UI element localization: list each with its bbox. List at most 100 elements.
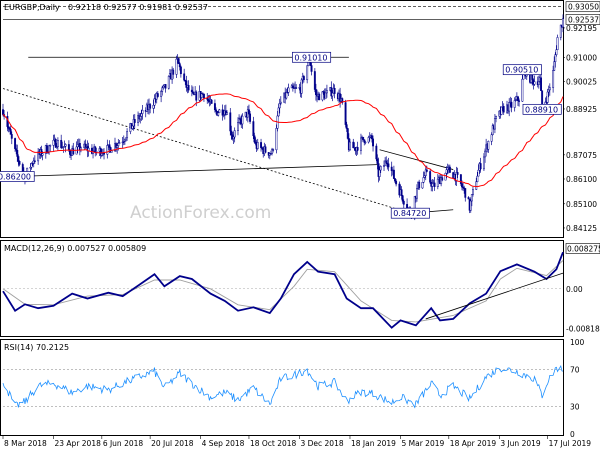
candle-up [277,107,280,117]
candle-up [446,167,449,171]
candle-up [495,115,497,119]
candle-up [367,137,370,143]
candle-down [295,87,298,89]
candle-down [400,189,403,196]
candle-down [448,166,451,173]
candle-up [423,175,426,178]
candle-down [72,148,75,155]
candle-up [552,70,555,88]
candle-down [356,147,359,151]
price-pane-frame [0,0,564,238]
date-label-5: 18 Oct 2018 [250,439,297,448]
candle-down [178,63,181,68]
candle-down [183,73,186,81]
candle-down [425,169,428,172]
candle-down [9,129,12,135]
price-axis-label-6: 0.85100 [566,200,597,209]
candle-down [510,101,513,108]
price-axis: 0.92195 0.91000 0.90025 0.88925 0.87075 0.861… [563,24,597,233]
candle-down [372,138,374,147]
rsi-axis: 100 70 30 0 [570,338,585,439]
candle-up [378,169,381,177]
candle-down [18,161,21,165]
macd-axis-label-1: 0.00 [566,285,583,294]
candle-up [490,134,493,142]
date-label-9: 18 Apr 2019 [450,439,497,448]
candle-up [161,87,164,92]
candle-up [175,58,178,75]
price-axis-label-1: 0.91000 [566,54,597,63]
macd-axis-label-2: -0.008182 [566,325,600,334]
candle-up [500,106,503,115]
date-label-6: 3 Dec 2018 [300,439,343,448]
candle-down [16,150,19,157]
candle-up [64,144,67,147]
candle-down [346,128,349,139]
candle-up [131,125,134,129]
candle-down [502,106,505,113]
candle-up [110,150,113,153]
candle-down [302,76,305,81]
candle-down [345,124,348,129]
candle-down [531,74,534,80]
candle-up [167,75,170,89]
macd-axis: 0.008275 0.00 -0.008182 [565,243,600,334]
candle-down [179,66,182,75]
candle-up [349,141,351,151]
candle-up [562,18,564,28]
candle-up [469,200,472,211]
candle-down [17,156,20,162]
annotation-label-0: 0.86200 [0,173,31,182]
macd-axis-label-0: 0.008275 [567,244,600,253]
candle-up [80,147,82,151]
rsi-axis-label-3: 0 [570,430,575,439]
candle-down [248,109,250,115]
candle-up [162,85,165,89]
candle-down [172,69,175,75]
candle-up [218,109,221,114]
candle-up [140,113,143,117]
price-pane-ohlc: 0.92118 0.92577 0.91981 0.92537 [68,3,208,12]
rsi-line [2,364,564,409]
price-axis-label-5: 0.86100 [566,175,597,184]
trendline-descending [2,88,411,214]
candle-down [392,169,395,179]
candle-up [139,116,142,120]
candle-up [476,175,479,182]
candle-down [318,93,321,101]
macd-signal-line [2,260,564,323]
candle-down [375,145,378,160]
candle-up [533,81,536,85]
candle-up [331,92,334,97]
candle-up [256,142,259,149]
candle-down [177,58,180,64]
candle-down [54,139,57,148]
chart-root: ActionForex.com EURGBP,Daily 0.92118 0.9… [0,0,600,448]
candle-up [546,91,549,103]
candle-up [556,37,559,51]
trendline-lower-channel [15,164,378,177]
candle-down [370,135,373,140]
candle-up [470,194,473,202]
date-label-11: 17 Jul 2019 [549,439,592,448]
macd-line [2,251,564,329]
trendlines [2,56,454,214]
candle-up [364,141,367,144]
candle-down [310,65,313,72]
trendline-wedge-top [379,149,454,170]
candle-down [10,134,13,139]
candle-up [416,188,418,199]
candle-down [7,126,10,129]
candle-down [156,93,159,97]
price-axis-label-4: 0.87075 [566,151,597,160]
candle-up [56,139,59,148]
candle-up [445,169,448,174]
candle-up [233,130,236,138]
annotation-label-2: 0.84720 [393,209,426,218]
candle-down [394,178,396,182]
rsi-layer [2,364,564,409]
candle-up [477,169,480,177]
candle-up [125,137,127,141]
candle-up [421,182,424,189]
candle-up [537,81,540,85]
